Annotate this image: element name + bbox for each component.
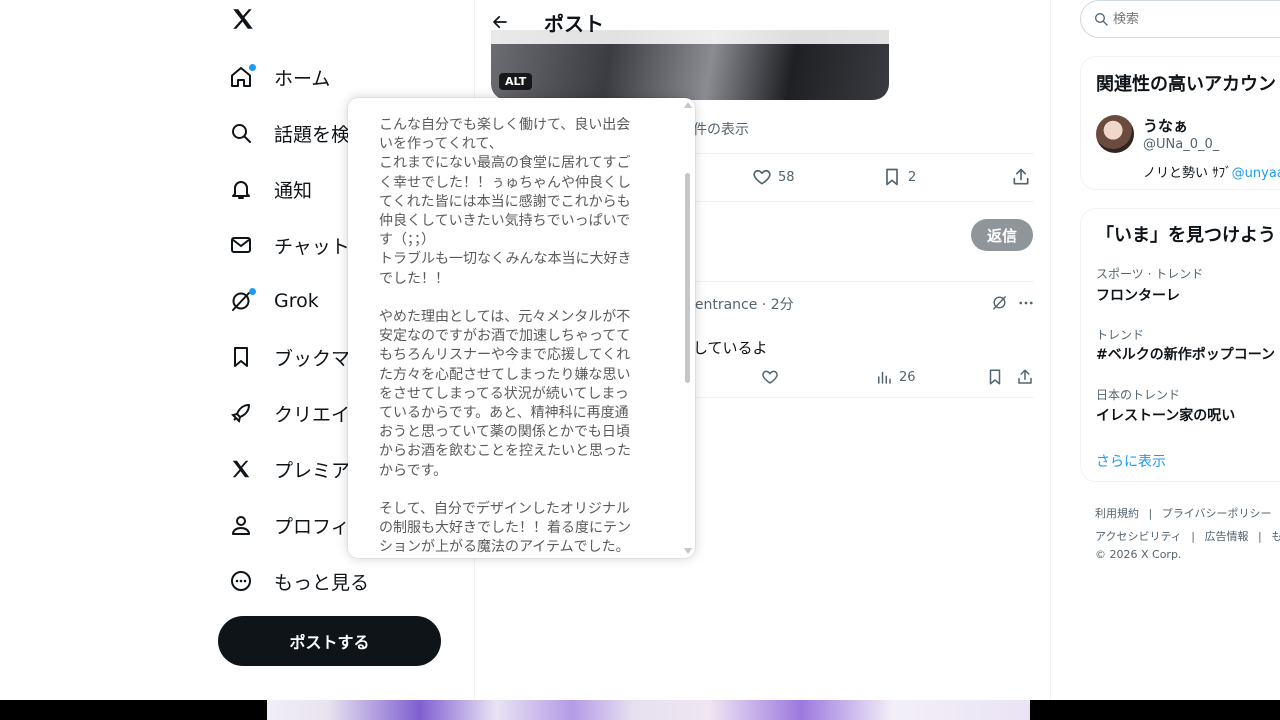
reply-share-button[interactable] <box>1016 368 1034 386</box>
post-button[interactable]: ポストする <box>218 616 441 666</box>
analytics-icon <box>878 371 891 384</box>
x-logo-icon[interactable] <box>230 6 256 32</box>
search-input[interactable] <box>1113 11 1263 27</box>
mail-icon <box>228 232 254 258</box>
grok-button[interactable] <box>991 294 1008 311</box>
like-count: 58 <box>778 169 795 185</box>
popup-scrollbar-thumb[interactable] <box>685 173 690 383</box>
back-arrow-icon[interactable] <box>491 12 511 32</box>
grok-icon <box>993 296 1006 310</box>
alt-text-popup[interactable]: こんな自分でも楽しく働けて、良い出会いを作ってくれて、 これまでにない最高の食堂… <box>348 98 695 558</box>
search-icon <box>228 120 254 146</box>
search-icon <box>1095 13 1108 26</box>
trend-category: 日本のトレンド <box>1096 388 1181 402</box>
search-box[interactable] <box>1080 0 1280 38</box>
notification-dot <box>249 64 256 71</box>
account-handle[interactable]: @UNa_0_0_ <box>1143 137 1219 152</box>
bookmark-icon <box>228 344 254 370</box>
trends-title: 「いま」を見つけよう <box>1096 225 1276 246</box>
bookmark-icon <box>886 168 898 186</box>
more-circle-icon <box>228 568 254 594</box>
copyright: © 2026 X Corp. <box>1095 548 1182 561</box>
footer-link-terms[interactable]: 利用規約 <box>1095 507 1139 520</box>
alt-badge[interactable]: ALT <box>499 73 533 90</box>
nav-label: 通知 <box>274 179 313 202</box>
reply-like-button[interactable] <box>761 368 779 386</box>
trend-category: スポーツ · トレンド <box>1096 267 1204 281</box>
nav-label: もっと見る <box>274 571 370 594</box>
trend-item[interactable]: フロンターレ <box>1096 285 1180 305</box>
right-sidebar: 関連性の高いアカウント うなぁ @UNa_0_0_ ノリと勢い ｻﾌﾞ@unya… <box>1080 0 1280 700</box>
share-icon <box>1018 369 1032 384</box>
more-options-button[interactable] <box>1017 294 1035 312</box>
nav-item-more[interactable]: もっと見る <box>228 561 468 601</box>
alt-text-content: こんな自分でも楽しく働けて、良い出会いを作ってくれて、 これまでにない最高の食堂… <box>379 117 632 556</box>
grok-icon <box>228 288 256 314</box>
reply-text: しているよ <box>693 339 768 357</box>
bookmark-count: 2 <box>908 169 917 185</box>
scroll-down-arrow-icon[interactable] <box>684 548 692 554</box>
account-bio-mention[interactable]: @unyaaa <box>1232 166 1280 181</box>
trend-item[interactable]: #ベルクの新作ポップコーン <box>1096 344 1275 364</box>
bell-icon <box>228 176 254 202</box>
bookmark-button[interactable]: 2 <box>882 167 916 187</box>
show-more-link[interactable]: さらに表示 <box>1096 451 1166 471</box>
related-accounts-title: 関連性の高いアカウント <box>1096 74 1280 95</box>
more-dots-icon <box>1019 301 1033 305</box>
x-logo-icon <box>228 456 254 482</box>
bottom-bar <box>0 700 1280 720</box>
like-button[interactable]: 58 <box>752 167 795 187</box>
rocket-icon <box>228 400 254 426</box>
avatar[interactable] <box>1096 115 1134 153</box>
account-bio-text: ノリと勢い ｻﾌﾞ <box>1143 166 1232 181</box>
nav-label: Grok <box>274 290 319 312</box>
heart-icon <box>753 169 771 185</box>
home-icon <box>228 64 256 90</box>
footer-link-more[interactable]: もっと見る <box>1271 530 1280 543</box>
trend-item[interactable]: イレストーン家の呪い <box>1096 405 1235 425</box>
scroll-up-arrow-icon[interactable] <box>684 102 692 108</box>
person-icon <box>228 512 254 538</box>
nav-label: ホーム <box>274 67 331 90</box>
share-icon <box>1013 168 1029 185</box>
bookmark-icon <box>989 369 1001 385</box>
share-button[interactable] <box>1011 167 1031 187</box>
video-preview-image <box>267 700 1030 720</box>
header-bar: ポスト <box>475 0 1050 44</box>
page-title: ポスト <box>544 11 604 36</box>
heart-icon <box>762 370 778 384</box>
reply-button[interactable]: 返信 <box>971 219 1033 251</box>
reply-bookmark-button[interactable] <box>986 368 1004 386</box>
account-bio: ノリと勢い ｻﾌﾞ@unyaaa <box>1143 162 1280 181</box>
reply-author-meta[interactable]: n_entrance · 2分 <box>679 294 794 314</box>
account-name[interactable]: うなぁ <box>1143 115 1188 136</box>
footer-link-ads[interactable]: 広告情報 <box>1205 530 1249 543</box>
reply-views-count: 26 <box>899 369 916 385</box>
column-divider <box>1050 0 1051 700</box>
footer-links: 利用規約 | プライバシーポリシー | <box>1095 507 1272 520</box>
nav-item-home[interactable]: ホーム <box>228 57 468 97</box>
footer-link-privacy[interactable]: プライバシーポリシー <box>1162 507 1272 520</box>
views-count[interactable]: 件の表示 <box>693 119 749 139</box>
notification-dot <box>249 288 256 295</box>
trend-category: トレンド <box>1096 328 1145 342</box>
nav-label: チャット <box>274 235 350 258</box>
footer-links: アクセシビリティ | 広告情報 | もっと見る <box>1095 528 1280 544</box>
footer-link-accessibility[interactable]: アクセシビリティ <box>1095 530 1182 543</box>
reply-views-button[interactable]: 26 <box>875 368 916 386</box>
